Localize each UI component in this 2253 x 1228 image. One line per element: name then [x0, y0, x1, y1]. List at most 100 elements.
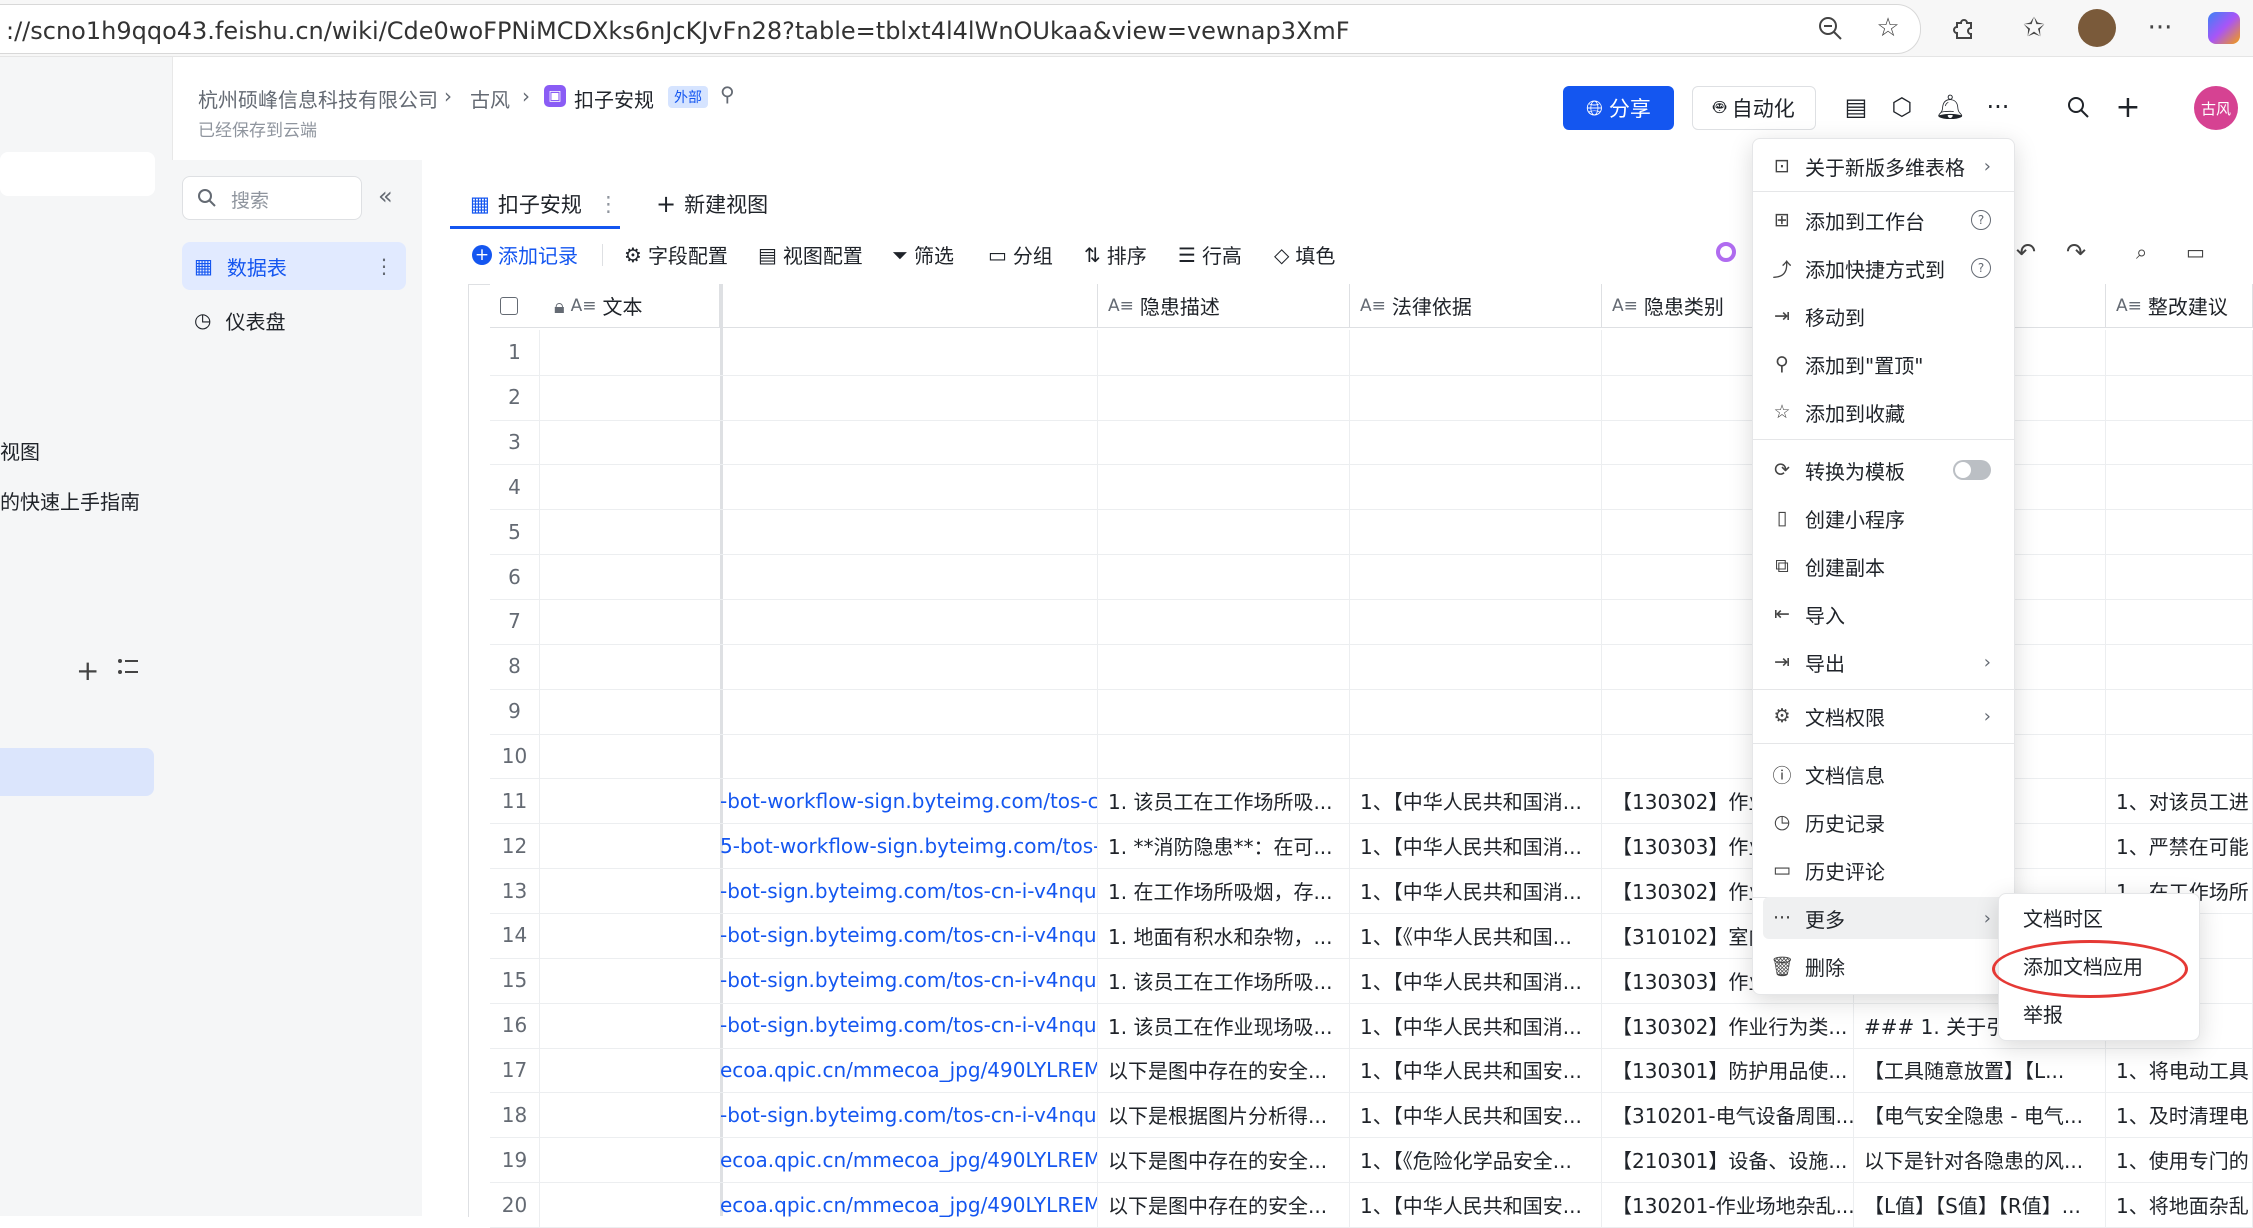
cell-legal-basis[interactable]: 1、【中华人民共和国消... — [1350, 1002, 1602, 1048]
menu-item-more[interactable]: ··· 更多 › — [1763, 897, 2003, 939]
row-number[interactable]: 17 — [490, 1047, 540, 1093]
cell-description[interactable]: 以下是根据图片分析得... — [1098, 1092, 1350, 1138]
add-icon[interactable]: + — [76, 654, 99, 687]
copilot-icon[interactable] — [2208, 12, 2240, 44]
menu-item-doc-info[interactable]: ⓘ 文档信息 — [1763, 753, 2003, 795]
group-button[interactable]: ▭ 分组 — [988, 240, 1053, 269]
cell-legal-basis[interactable] — [1350, 419, 1602, 465]
browser-menu-icon[interactable]: ··· — [2142, 10, 2178, 46]
tree-item-selected[interactable] — [0, 748, 154, 796]
tree-search-box[interactable] — [0, 152, 155, 196]
add-record-button[interactable]: + 添加记录 — [472, 240, 578, 269]
cell-image-url[interactable] — [720, 464, 1098, 510]
cell-image-url[interactable] — [720, 509, 1098, 555]
zoom-out-icon[interactable] — [1812, 10, 1848, 46]
view-config-button[interactable]: ▤ 视图配置 — [758, 240, 863, 269]
row-number[interactable]: 3 — [490, 419, 540, 465]
cell-category[interactable]: 【310201-电气设备周围... — [1602, 1092, 1854, 1138]
cell-legal-basis[interactable]: 1、【中华人民共和国安... — [1350, 1047, 1602, 1093]
row-number[interactable]: 16 — [490, 1002, 540, 1048]
cell-description[interactable] — [1098, 509, 1350, 555]
cell-image-url[interactable]: -bot-sign.byteimg.com/tos-cn-i-v4nquku..… — [720, 957, 1098, 1003]
menu-item-import[interactable]: ⇤ 导入 — [1763, 593, 2003, 635]
menu-item-mini-program[interactable]: ▯ 创建小程序 — [1763, 497, 2003, 539]
row-number[interactable]: 9 — [490, 688, 540, 734]
column-header-description[interactable]: A≡ 隐患描述 — [1098, 284, 1350, 328]
cell-description[interactable]: 1. 在工作场所吸烟，存... — [1098, 868, 1350, 913]
cell-suggestion[interactable]: 1、严禁在可能 — [2106, 823, 2253, 869]
row-number[interactable]: 19 — [490, 1137, 540, 1183]
cell-image-url[interactable]: -bot-sign.byteimg.com/tos-cn-i-v4nquku..… — [720, 868, 1098, 913]
row-number[interactable]: 13 — [490, 868, 540, 913]
cell-suggestion[interactable] — [2106, 643, 2253, 689]
cell-image-url[interactable] — [720, 733, 1098, 779]
sort-button[interactable]: ⇅ 排序 — [1084, 240, 1147, 269]
cell-image-url[interactable]: -bot-sign.byteimg.com/tos-cn-i-v4nquku..… — [720, 1092, 1098, 1138]
table-row[interactable]: 20 ecoa.qpic.cn/mmecoa_jpg/490LYLREMD... 以… — [490, 1182, 2253, 1228]
undo-icon[interactable]: ↶ — [2016, 238, 2036, 266]
cell-legal-basis[interactable]: 1、【中华人民共和国消... — [1350, 957, 1602, 1003]
breadcrumb-current[interactable]: 扣子安规 — [574, 84, 654, 113]
cell-description[interactable] — [1098, 733, 1350, 779]
cell-risk[interactable]: 【工具随意放置】【L... — [1854, 1047, 2106, 1093]
breadcrumb-company[interactable]: 杭州硕峰信息科技有限公司 — [198, 84, 438, 113]
cell-legal-basis[interactable]: 1、【中华人民共和国消... — [1350, 778, 1602, 824]
cell-suggestion[interactable] — [2106, 464, 2253, 510]
favorites-list-icon[interactable]: ✩ — [2016, 10, 2052, 46]
row-number[interactable]: 15 — [490, 957, 540, 1003]
field-config-button[interactable]: ⚙ 字段配置 — [624, 240, 728, 269]
cell-suggestion[interactable] — [2106, 599, 2253, 644]
cell-description[interactable]: 以下是图中存在的安全... — [1098, 1182, 1350, 1227]
filter-button[interactable]: ⏷ 筛选 — [892, 240, 954, 269]
cell-legal-basis[interactable]: 1、【中华人民共和国消... — [1350, 868, 1602, 913]
column-header-legal-basis[interactable]: A≡ 法律依据 — [1350, 284, 1602, 328]
cell-suggestion[interactable] — [2106, 733, 2253, 779]
cell-legal-basis[interactable] — [1350, 643, 1602, 689]
menu-item-about[interactable]: ⊡ 关于新版多维表格 › — [1763, 145, 2003, 187]
cell-category[interactable]: 【210301】设备、设施... — [1602, 1137, 1854, 1183]
sidebar-item-table[interactable]: ▦ 数据表 ⋮ — [182, 242, 406, 290]
cell-legal-basis[interactable] — [1350, 330, 1602, 375]
extensions-icon[interactable] — [1946, 10, 1982, 46]
user-avatar[interactable]: 古风 — [2194, 86, 2238, 130]
cell-image-url[interactable]: ecoa.qpic.cn/mmecoa_jpg/490LYLREMD... — [720, 1182, 1098, 1227]
tab-current-view[interactable]: ▦ 扣子安规 ⋮ — [470, 184, 619, 224]
cell-legal-basis[interactable] — [1350, 599, 1602, 644]
new-view-button[interactable]: + 新建视图 — [656, 184, 768, 224]
cell-image-url[interactable]: -bot-sign.byteimg.com/tos-cn-i-v4nquku..… — [720, 913, 1098, 958]
breadcrumb-space[interactable]: 古风 — [470, 84, 510, 113]
cell-image-url[interactable] — [720, 599, 1098, 644]
cell-suggestion[interactable] — [2106, 374, 2253, 420]
cell-legal-basis[interactable]: 1、【中华人民共和国安... — [1350, 1182, 1602, 1227]
cell-image-url[interactable] — [720, 554, 1098, 600]
ai-assistant-icon[interactable] — [1716, 242, 1736, 262]
cell-suggestion[interactable]: 1、及时清理电 — [2106, 1092, 2253, 1138]
cell-image-url[interactable]: -bot-sign.byteimg.com/tos-cn-i-v4nquku..… — [720, 1002, 1098, 1048]
bell-icon[interactable]: 🔔︎ — [1932, 89, 1968, 125]
more-icon[interactable]: ··· — [1980, 89, 2016, 125]
cell-category[interactable]: 【130301】防护用品使... — [1602, 1047, 1854, 1093]
cell-suggestion[interactable] — [2106, 419, 2253, 465]
list-icon[interactable] — [116, 656, 140, 682]
kebab-icon[interactable]: ⋮ — [598, 192, 619, 216]
cell-suggestion[interactable]: 1、将地面杂乱 — [2106, 1182, 2253, 1227]
cell-description[interactable]: 1. 地面有积水和杂物，... — [1098, 913, 1350, 958]
menu-item-comment-history[interactable]: ▭ 历史评论 — [1763, 849, 2003, 891]
sidebar-item-dashboard[interactable]: ◷ 仪表盘 — [182, 296, 406, 344]
cell-description[interactable]: 1. 该员工在工作场所吸... — [1098, 778, 1350, 824]
row-number[interactable]: 4 — [490, 464, 540, 510]
cell-image-url[interactable] — [720, 374, 1098, 420]
share-button[interactable]: 🌐︎ 分享 — [1563, 86, 1674, 130]
cell-description[interactable] — [1098, 330, 1350, 375]
row-height-button[interactable]: ☰ 行高 — [1178, 240, 1242, 269]
menu-item-favorite[interactable]: ☆ 添加到收藏 — [1763, 391, 2003, 433]
cell-description[interactable] — [1098, 419, 1350, 465]
cell-description[interactable]: 1. 该员工在工作场所吸... — [1098, 957, 1350, 1003]
cell-risk[interactable]: 以下是针对各隐患的风... — [1854, 1137, 2106, 1183]
cell-suggestion[interactable]: 1、对该员工进 — [2106, 778, 2253, 824]
cell-legal-basis[interactable]: 1、【中华人民共和国消... — [1350, 823, 1602, 869]
cell-description[interactable] — [1098, 374, 1350, 420]
cell-image-url[interactable]: ecoa.qpic.cn/mmecoa_jpg/490LYLREMD... — [720, 1047, 1098, 1093]
url-text[interactable]: ://scno1h9qqo43.feishu.cn/wiki/Cde0woFPN… — [6, 17, 1350, 45]
cell-image-url[interactable] — [720, 330, 1098, 375]
